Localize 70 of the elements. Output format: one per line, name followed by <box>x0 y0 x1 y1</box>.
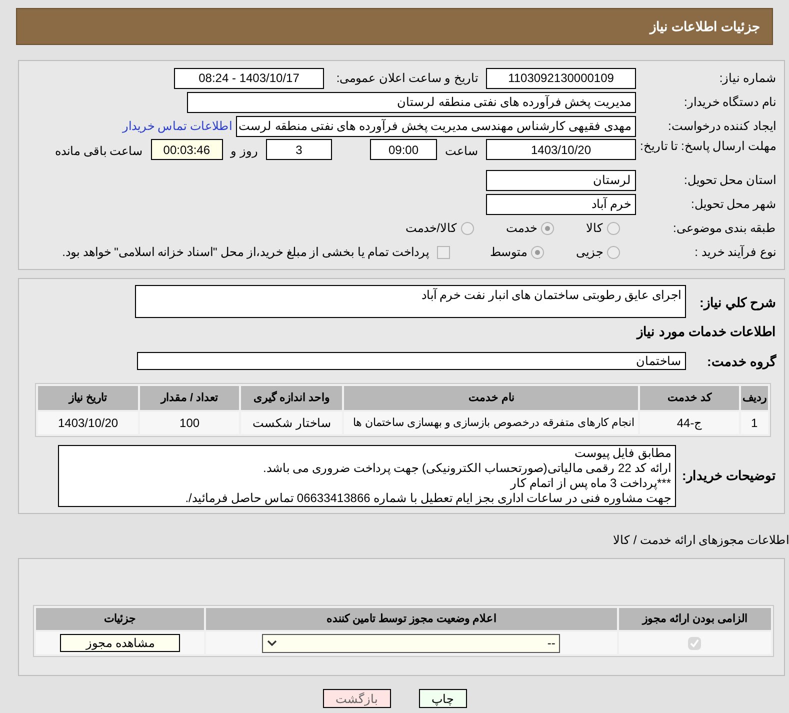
table-cell: ساختار شکست <box>241 412 342 434</box>
buyer-contact-link[interactable]: اطلاعات تماس خریدار <box>122 117 232 135</box>
column-header: جزئیات <box>36 608 204 630</box>
radio-button[interactable] <box>607 222 620 234</box>
check-icon <box>690 638 700 648</box>
text-field[interactable]: 1403/10/17 - 08:24 <box>174 68 324 88</box>
note-line: ***پرداخت 3 ماه پس از اتمام کار <box>509 476 671 491</box>
description-textarea[interactable]: اجرای عایق رطوبتی ساختمان های انبار نفت خرم آباد <box>135 285 686 318</box>
buyer-notes-textarea[interactable] <box>58 445 676 507</box>
service-group-field[interactable]: ساختمان <box>137 352 686 370</box>
radio-label: متوسط <box>490 244 527 261</box>
field-label: طبقه بندی موضوعی: <box>672 220 776 237</box>
column-header: نام خدمت <box>344 386 638 410</box>
text-field[interactable]: مهدی فقیهی کارشناس مهندسی مدیریت پخش فرآورده های نفتی منطقه لرست <box>236 116 636 136</box>
field-label: شرح کلي نياز: <box>698 294 776 312</box>
field-label: شماره نیاز: <box>718 70 776 87</box>
table-cell: 1403/10/20 <box>38 412 138 434</box>
view-permit-button[interactable]: مشاهده مجوز <box>60 634 180 652</box>
chevron-down-icon <box>267 640 278 646</box>
field-label: شهر محل تحویل: <box>690 196 776 213</box>
field-label: ساعت <box>445 143 478 160</box>
text-field[interactable]: 09:00 <box>370 139 437 160</box>
column-header: واحد اندازه گیری <box>241 386 342 410</box>
checkbox[interactable] <box>688 636 702 650</box>
field-label: گروه خدمت: <box>706 352 776 371</box>
field-label: استان محل تحویل: <box>682 172 776 189</box>
print-button[interactable]: چاپ <box>418 689 466 708</box>
countdown-field[interactable]: 00:03:46 <box>150 139 223 160</box>
section-heading: اطلاعات خدمات مورد نیاز <box>635 323 776 342</box>
note-line: جهت مشاوره فنی در ساعات اداری بجز ایام تعطیل با شماره 06633413866 تماس حاصل فرمائید/. <box>184 491 671 506</box>
checkbox-label: پرداخت تمام یا بخشی از مبلغ خرید،از محل "اسناد خزانه اسلامی" خواهد بود. <box>62 244 429 261</box>
field-label: توضیحات خریدار: <box>681 467 776 486</box>
radio-button[interactable] <box>531 246 544 258</box>
table-cell: ج-44 <box>640 412 739 434</box>
status-dropdown[interactable]: -- <box>262 634 560 652</box>
radio-button[interactable] <box>541 222 554 234</box>
column-header: الزامی بودن ارائه مجوز <box>618 608 771 630</box>
field-label: نام دستگاه خریدار: <box>682 94 776 111</box>
note-line: ارائه کد 22 رقمی مالیاتی(صورتحساب الکترونیکی) جهت پرداخت ضروری می باشد. <box>262 461 671 476</box>
field-label: روز و <box>230 143 258 160</box>
text-field[interactable]: خرم آباد <box>486 194 636 214</box>
radio-label: جزیی <box>576 244 603 261</box>
text-field[interactable]: 1103092130000109 <box>486 68 636 88</box>
permits-title: اطلاعات مجوزهای ارائه خدمت / کالا <box>612 533 789 547</box>
column-header: کد خدمت <box>640 386 739 410</box>
text-field[interactable]: لرستان <box>486 170 636 190</box>
column-header: ردیف <box>740 386 768 410</box>
radio-label: خدمت <box>506 220 537 237</box>
radio-button[interactable] <box>461 222 474 234</box>
note-line: مطابق فایل پیوست <box>573 446 671 461</box>
text-field[interactable]: مدیریت پخش فرآورده های نفتی منطقه لرستان <box>187 92 636 112</box>
back-button[interactable]: بازگشت <box>322 689 390 708</box>
radio-label: کالا/خدمت <box>406 220 457 237</box>
table-cell: انجام کارهای متفرقه درخصوص بازسازی و بهسازی ساختمان ها <box>344 412 638 434</box>
column-header: تاریخ نیاز <box>38 386 138 410</box>
column-header: اعلام وضعیت مجوز توسط تامین کننده <box>206 608 617 630</box>
field-label: نوع فرآیند خرید : <box>694 244 776 261</box>
text-field[interactable]: 3 <box>266 139 332 160</box>
field-label: مهلت ارسال پاسخ: تا تاریخ: <box>638 139 776 153</box>
field-label: تاریخ و ساعت اعلان عمومی: <box>335 70 478 87</box>
text-field[interactable]: 1403/10/20 <box>486 139 636 160</box>
table-cell: 100 <box>140 412 240 434</box>
page-title: جزئیات اطلاعات نیاز <box>650 18 760 36</box>
column-header: تعداد / مقدار <box>140 386 240 410</box>
checkbox[interactable] <box>437 246 450 258</box>
field-label: ایجاد کننده درخواست: <box>666 118 776 135</box>
radio-label: کالا <box>586 220 603 237</box>
radio-button[interactable] <box>607 246 620 258</box>
field-label: ساعت باقی مانده <box>54 143 143 160</box>
table-cell: 1 <box>740 412 768 434</box>
